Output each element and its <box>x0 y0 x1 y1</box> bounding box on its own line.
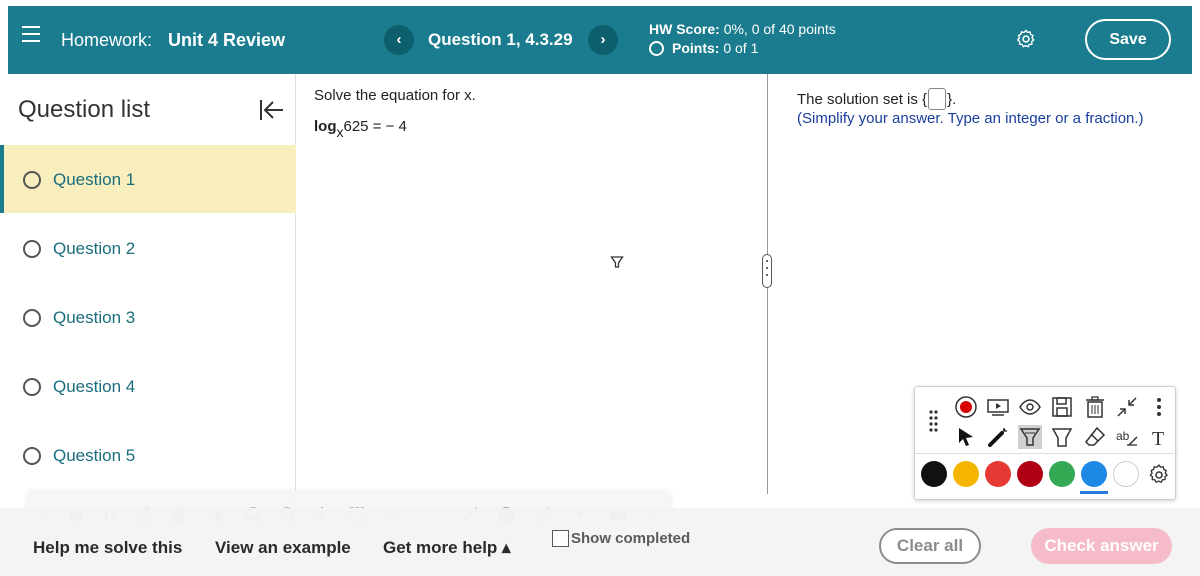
points-label: Points: <box>672 40 720 56</box>
check-answer-button[interactable]: Check answer <box>1031 528 1172 564</box>
question-list-item-3[interactable]: Question 3 <box>0 283 296 351</box>
chevron-right-icon: › <box>600 31 606 48</box>
question-status-icon <box>23 309 41 327</box>
bottom-action-bar: Help me solve this View an example Get m… <box>0 508 1200 576</box>
menu-icon[interactable] <box>22 26 40 42</box>
clear-all-button[interactable]: Clear all <box>879 528 981 564</box>
question-list-item-1[interactable]: Question 1 <box>0 145 296 213</box>
checkbox-box[interactable] <box>552 530 569 547</box>
header-bar: Homework: Unit 4 Review ‹ Question 1, 4.… <box>8 6 1192 74</box>
drag-handle-icon[interactable] <box>928 409 942 435</box>
help-me-solve-button[interactable]: Help me solve this <box>33 538 182 558</box>
laser-pointer-icon[interactable] <box>986 425 1010 449</box>
homework-window: Homework: Unit 4 Review ‹ Question 1, 4.… <box>0 0 1200 576</box>
svg-text:T: T <box>1152 428 1164 449</box>
hw-score-value: 0%, 0 of 40 points <box>723 21 836 37</box>
answer-hint: (Simplify your answer. Type an integer o… <box>797 110 1144 127</box>
question-list-item-2[interactable]: Question 2 <box>0 214 296 282</box>
question-list-item-5[interactable]: Question 5 <box>0 421 296 489</box>
homework-title: Unit 4 Review <box>168 30 286 50</box>
question-prompt: Solve the equation for x. <box>314 87 476 104</box>
hw-score-label: HW Score: <box>649 21 720 37</box>
question-list-item-label: Question 2 <box>53 239 136 258</box>
question-status-icon <box>23 378 41 396</box>
collapse-sidebar-icon[interactable] <box>257 96 285 124</box>
marker-icon[interactable] <box>1050 425 1074 449</box>
answer-suffix: }. <box>947 91 957 108</box>
text-icon[interactable]: T <box>1147 425 1171 449</box>
text-strike-icon[interactable]: ab <box>1115 425 1139 449</box>
annotation-toolbar: ab T <box>914 386 1177 500</box>
color-swatch-red[interactable] <box>985 461 1011 487</box>
points-value: 0 of 1 <box>723 40 759 56</box>
show-completed-checkbox[interactable]: Show completed <box>552 530 690 547</box>
equation-log: log <box>314 118 337 135</box>
question-list-item-label: Question 5 <box>53 446 136 465</box>
hw-score: HW Score: 0%, 0 of 40 points <box>649 21 836 37</box>
color-swatch-green[interactable] <box>1049 461 1075 487</box>
record-icon[interactable] <box>954 395 978 419</box>
selected-color-indicator <box>1080 491 1108 494</box>
question-list-sidebar: Question list Question 1 Question 2 Ques… <box>0 74 296 504</box>
answer-prefix: The solution set is { <box>797 91 928 108</box>
points: Points: 0 of 1 <box>649 40 758 56</box>
question-list-item-label: Question 1 <box>53 170 136 189</box>
show-completed-label: Show completed <box>571 530 691 547</box>
color-swatch-white[interactable] <box>1113 461 1139 487</box>
question-list-title: Question list <box>18 96 151 123</box>
question-list-item-4[interactable]: Question 4 <box>0 352 296 420</box>
next-question-button[interactable]: › <box>588 25 618 55</box>
svg-text:ab: ab <box>1116 429 1130 443</box>
minimize-icon[interactable] <box>1115 395 1139 419</box>
question-status-icon <box>23 240 41 258</box>
previous-question-button[interactable]: ‹ <box>384 25 414 55</box>
eye-icon[interactable] <box>1018 395 1042 419</box>
eraser-icon[interactable] <box>1083 425 1107 449</box>
highlighter-cursor-icon <box>610 256 624 268</box>
highlighter-icon[interactable] <box>1018 425 1042 449</box>
save-button[interactable]: Save <box>1085 19 1171 60</box>
color-swatch-blue[interactable] <box>1081 461 1107 487</box>
equation-rest: 625 = − 4 <box>343 118 407 135</box>
toolbar-divider <box>915 453 1177 454</box>
present-icon[interactable] <box>986 395 1010 419</box>
color-swatch-yellow[interactable] <box>953 461 979 487</box>
answer-line: The solution set is {}. <box>797 88 956 110</box>
question-list-item-label: Question 4 <box>53 377 136 396</box>
color-swatch-black[interactable] <box>921 461 947 487</box>
pane-resize-handle[interactable] <box>762 254 772 288</box>
question-list-item-label: Question 3 <box>53 308 136 327</box>
points-status-icon <box>649 41 664 56</box>
save-disk-icon[interactable] <box>1050 395 1074 419</box>
answer-input[interactable] <box>928 88 947 110</box>
pointer-icon[interactable] <box>954 425 978 449</box>
question-status-icon <box>23 447 41 465</box>
trash-icon[interactable] <box>1083 395 1107 419</box>
get-more-help-button[interactable]: Get more help ▴ <box>383 538 511 558</box>
more-vertical-icon[interactable] <box>1147 395 1171 419</box>
question-label: Question 1, 4.3.29 <box>428 30 573 49</box>
equation-base: x <box>336 124 344 140</box>
view-example-button[interactable]: View an example <box>215 538 351 558</box>
homework-prefix: Homework: <box>61 30 153 50</box>
question-status-icon <box>23 171 41 189</box>
color-swatch-dark-red[interactable] <box>1017 461 1043 487</box>
toolbar-settings-icon[interactable] <box>1147 463 1171 487</box>
question-equation: logx625 = − 4 <box>314 118 407 140</box>
chevron-left-icon: ‹ <box>396 31 402 48</box>
settings-gear-icon[interactable] <box>1015 28 1037 50</box>
